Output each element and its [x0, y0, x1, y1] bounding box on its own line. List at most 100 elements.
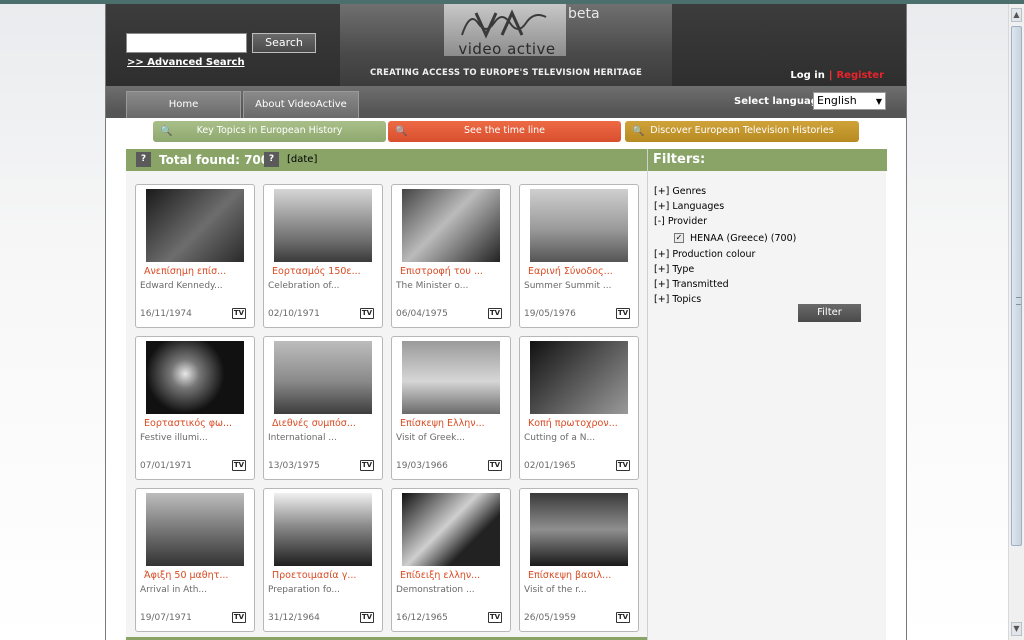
- result-thumbnail[interactable]: [146, 341, 244, 414]
- topic-strip: 🔍 Key Topics in European History 🔍 See t…: [126, 118, 886, 149]
- result-thumbnail[interactable]: [530, 493, 628, 566]
- result-title[interactable]: Διεθνές συμπόσ...: [272, 418, 356, 429]
- tab-about[interactable]: About VideoActive: [243, 91, 359, 118]
- topic-key-topics-button[interactable]: 🔍 Key Topics in European History: [153, 121, 386, 142]
- search-icon: 🔍: [395, 126, 408, 137]
- tagline: CREATING ACCESS TO EUROPE'S TELEVISION H…: [369, 68, 643, 78]
- logo-text: video active: [458, 40, 556, 58]
- search-icon: 🔍: [160, 126, 173, 137]
- beta-label: beta: [568, 6, 600, 22]
- result-date: 19/07/1971: [140, 613, 192, 623]
- logo-banner: video active beta CREATING ACCESS TO EUR…: [340, 4, 672, 86]
- result-subtitle: Visit of Greek...: [396, 433, 465, 443]
- filter-provider[interactable]: [-] Provider: [654, 216, 707, 227]
- result-thumbnail[interactable]: [530, 189, 628, 262]
- nav-bar: Home About VideoActive Select language :…: [106, 86, 906, 118]
- search-input[interactable]: [126, 33, 247, 53]
- result-date: 16/12/1965: [396, 613, 448, 623]
- topic-label: Key Topics in European History: [196, 125, 343, 136]
- result-card[interactable]: Εορτασμός 150ε... Celebration of... 02/10/…: [263, 184, 383, 328]
- result-date: 13/03/1975: [268, 461, 320, 471]
- page-container: Search >> Advanced Search video active b…: [105, 4, 907, 640]
- help-icon[interactable]: ?: [264, 152, 279, 167]
- sort-date-link[interactable]: [date]: [287, 154, 317, 165]
- result-thumbnail[interactable]: [530, 341, 628, 414]
- result-card[interactable]: Προετοιμασία γ... Preparation fo... 31/12/…: [263, 488, 383, 632]
- result-card[interactable]: Κοπή πρωτοχρον... Cutting of a N... 02/01/…: [519, 336, 639, 480]
- tv-icon: TV: [488, 308, 502, 319]
- grip-icon: [1016, 297, 1021, 305]
- tab-home[interactable]: Home: [126, 91, 241, 118]
- result-subtitle: Summer Summit ...: [524, 281, 612, 291]
- result-title[interactable]: Άφιξη 50 μαθητ...: [144, 570, 228, 581]
- result-card[interactable]: Εαρινή Σύνοδος... Summer Summit ... 19/05/…: [519, 184, 639, 328]
- scroll-down-icon[interactable]: ▼: [1011, 622, 1022, 636]
- result-title[interactable]: Εορτασμός 150ε...: [272, 266, 361, 277]
- result-title[interactable]: Επίσκεψη βασιλ...: [528, 570, 611, 581]
- auth-separator: |: [828, 70, 833, 81]
- result-card[interactable]: Άφιξη 50 μαθητ... Arrival in Ath... 19/07/…: [135, 488, 255, 632]
- filter-topics[interactable]: [+] Topics: [654, 294, 701, 305]
- topic-timeline-button[interactable]: 🔍 See the time line: [388, 121, 621, 142]
- result-title[interactable]: Ανεπίσημη επίσ...: [144, 266, 226, 277]
- result-title[interactable]: Επιστροφή του ...: [400, 266, 483, 277]
- login-link[interactable]: Log in: [790, 70, 824, 81]
- result-title[interactable]: Προετοιμασία γ...: [272, 570, 356, 581]
- result-card[interactable]: Εορταστικός φω... Festive illumi... 07/01/…: [135, 336, 255, 480]
- result-subtitle: Edward Kennedy...: [140, 281, 223, 291]
- auth-links: Log in | Register: [790, 70, 884, 81]
- result-title[interactable]: Κοπή πρωτοχρον...: [528, 418, 618, 429]
- filter-languages[interactable]: [+] Languages: [654, 201, 724, 212]
- result-title[interactable]: Επίσκεψη Ελλην...: [400, 418, 485, 429]
- register-link[interactable]: Register: [836, 70, 884, 81]
- filter-production-colour[interactable]: [+] Production colour: [654, 249, 755, 260]
- result-card[interactable]: Επιστροφή του ... The Minister o... 06/04/…: [391, 184, 511, 328]
- result-thumbnail[interactable]: [402, 341, 500, 414]
- filter-genres[interactable]: [+] Genres: [654, 186, 706, 197]
- provider-option-label: HENAA (Greece) (700): [690, 233, 797, 244]
- result-thumbnail[interactable]: [402, 189, 500, 262]
- result-card[interactable]: Επίσκεψη Ελλην... Visit of Greek... 19/03/…: [391, 336, 511, 480]
- result-date: 02/01/1965: [524, 461, 576, 471]
- tv-icon: TV: [488, 460, 502, 471]
- result-title[interactable]: Επίδειξη ελλην...: [400, 570, 480, 581]
- result-thumbnail[interactable]: [146, 493, 244, 566]
- tv-icon: TV: [616, 460, 630, 471]
- language-value: English: [817, 94, 857, 107]
- advanced-search-link[interactable]: >> Advanced Search: [127, 57, 245, 68]
- content-area: 🔍 Key Topics in European History 🔍 See t…: [126, 118, 887, 640]
- result-card[interactable]: Ανεπίσημη επίσ... Edward Kennedy... 16/11/…: [135, 184, 255, 328]
- logo-wave-icon: [461, 9, 547, 39]
- search-button[interactable]: Search: [252, 33, 316, 53]
- tv-icon: TV: [360, 460, 374, 471]
- filter-button[interactable]: Filter: [798, 304, 861, 322]
- result-thumbnail[interactable]: [274, 189, 372, 262]
- vertical-scrollbar[interactable]: ▲ ▼: [1008, 4, 1024, 640]
- result-thumbnail[interactable]: [274, 341, 372, 414]
- filters-panel: Filters: [+] Genres [+] Languages [-] Pr…: [647, 149, 887, 640]
- result-date: 19/05/1976: [524, 309, 576, 319]
- result-thumbnail[interactable]: [146, 189, 244, 262]
- result-thumbnail[interactable]: [274, 493, 372, 566]
- result-thumbnail[interactable]: [402, 493, 500, 566]
- result-card[interactable]: Επίσκεψη βασιλ... Visit of the r... 26/05/…: [519, 488, 639, 632]
- filter-type[interactable]: [+] Type: [654, 264, 694, 275]
- scrollbar-thumb[interactable]: [1011, 26, 1022, 546]
- provider-checkbox[interactable]: ✓: [674, 233, 684, 243]
- result-subtitle: Cutting of a N...: [524, 433, 596, 443]
- tv-icon: TV: [232, 460, 246, 471]
- topic-histories-button[interactable]: 🔍 Discover European Television Histories: [625, 121, 859, 142]
- result-card[interactable]: Διεθνές συμπόσ... International ... 13/03/…: [263, 336, 383, 480]
- help-icon[interactable]: ?: [136, 152, 151, 167]
- filter-transmitted[interactable]: [+] Transmitted: [654, 279, 729, 290]
- result-title[interactable]: Εαρινή Σύνοδος...: [528, 266, 613, 277]
- result-card[interactable]: Επίδειξη ελλην... Demonstration ... 16/12/…: [391, 488, 511, 632]
- result-subtitle: Arrival in Ath...: [140, 585, 207, 595]
- result-date: 06/04/1975: [396, 309, 448, 319]
- language-select[interactable]: English ▼: [813, 92, 886, 110]
- result-title[interactable]: Εορταστικός φω...: [144, 418, 232, 429]
- site-header: Search >> Advanced Search video active b…: [106, 4, 906, 86]
- results-grid: Ανεπίσημη επίσ... Edward Kennedy... 16/11/…: [126, 171, 647, 640]
- result-subtitle: The Minister o...: [396, 281, 469, 291]
- scroll-up-icon[interactable]: ▲: [1011, 8, 1022, 22]
